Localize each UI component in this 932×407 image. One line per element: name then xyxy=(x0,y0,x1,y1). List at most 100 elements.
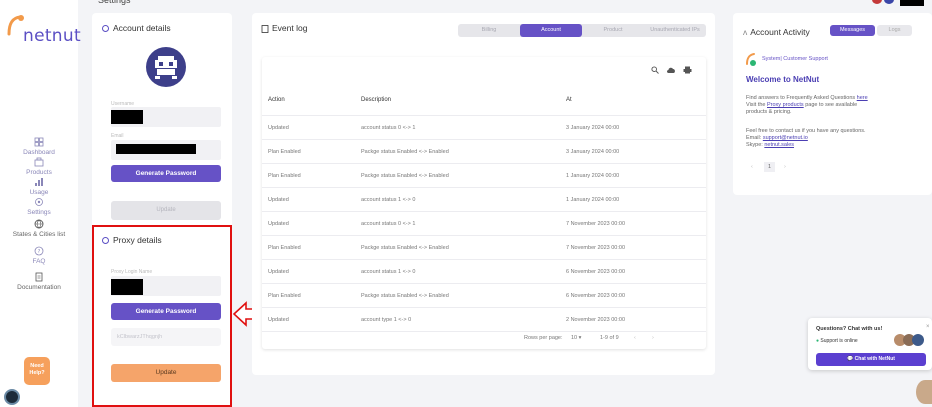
cell-at: 1 January 2024 00:00 xyxy=(566,197,620,203)
dashboard-icon xyxy=(34,137,44,147)
sidebar: netnut Dashboard Products Usage Settings… xyxy=(0,0,81,407)
account-update-button[interactable]: Update xyxy=(111,201,221,220)
support-email-link[interactable]: support@netnut.io xyxy=(763,135,808,141)
sidebar-item-usage[interactable]: Usage xyxy=(0,177,78,196)
email-field[interactable] xyxy=(111,140,221,160)
page-heading-fragment: Settings xyxy=(98,0,131,5)
account-activity-title: ʌ Account Activity xyxy=(743,27,810,37)
username-field[interactable] xyxy=(111,107,221,127)
pagination-range: 1-9 of 9 xyxy=(600,335,619,341)
table-row[interactable]: Updated account type 1 <-> 0 2 November … xyxy=(262,307,706,331)
generate-password-button[interactable]: Generate Password xyxy=(111,165,221,182)
tab-account[interactable]: Account xyxy=(520,24,582,37)
sidebar-item-dashboard[interactable]: Dashboard xyxy=(0,137,78,156)
table-row[interactable]: Plan Enabled Packge status Enabled <-> E… xyxy=(262,283,706,307)
activity-icon: ʌ xyxy=(743,27,748,37)
tab-logs[interactable]: Logs xyxy=(877,25,912,36)
activity-next-icon[interactable]: › xyxy=(784,164,786,171)
need-help-line1: Need xyxy=(30,363,44,369)
activity-prev-icon[interactable]: ‹ xyxy=(751,164,753,171)
faq-link[interactable]: here xyxy=(857,95,868,101)
proxy-products-link[interactable]: Proxy products xyxy=(767,102,804,108)
table-row[interactable]: Plan Enabled Packge status Enabled <-> E… xyxy=(262,139,706,163)
sidebar-item-products[interactable]: Products xyxy=(0,157,78,176)
print-icon[interactable] xyxy=(683,66,692,74)
rows-per-page-label: Rows per page: xyxy=(524,335,563,341)
agent-photo[interactable] xyxy=(916,380,932,404)
close-icon[interactable]: × xyxy=(926,324,930,330)
next-page-icon[interactable]: › xyxy=(652,335,654,341)
cell-action: Plan Enabled xyxy=(268,149,301,155)
chat-question: Questions? Chat with us! xyxy=(816,326,883,332)
tab-messages[interactable]: Messages xyxy=(830,25,875,36)
column-header-action[interactable]: Action xyxy=(268,97,285,103)
sidebar-item-faq[interactable]: ? FAQ xyxy=(0,246,78,265)
sidebar-item-label: Settings xyxy=(27,209,51,216)
brand-name: netnut xyxy=(23,26,81,46)
avatar xyxy=(146,47,186,87)
cell-at: 7 November 2023 00:00 xyxy=(566,221,626,227)
person-icon xyxy=(102,25,109,33)
sidebar-item-label: Usage xyxy=(29,189,49,196)
rows-per-page-select[interactable]: 10 ▾ xyxy=(571,335,581,341)
tab-billing[interactable]: Billing xyxy=(458,24,520,37)
cell-action: Updated xyxy=(268,197,289,203)
cell-action: Updated xyxy=(268,221,289,227)
user-avatar-icon[interactable] xyxy=(884,0,894,4)
activity-page[interactable]: 1 xyxy=(764,162,775,172)
cloud-download-icon[interactable] xyxy=(666,66,676,74)
need-help-line2: Help? xyxy=(29,370,45,376)
chat-status: ● Support is online xyxy=(816,338,858,344)
document-icon xyxy=(261,24,269,33)
welcome-heading: Welcome to NetNut xyxy=(746,75,820,84)
cell-at: 3 January 2024 00:00 xyxy=(566,125,620,131)
cell-description: account status 0 <-> 1 xyxy=(361,221,416,227)
event-log-tabs: Billing Account Product Unauthenticated … xyxy=(458,24,706,37)
tab-unauthenticated-ips[interactable]: Unauthenticated IPs xyxy=(644,24,706,37)
prev-page-icon[interactable]: ‹ xyxy=(634,335,636,341)
globe-icon xyxy=(34,219,44,229)
cell-action: Updated xyxy=(268,125,289,131)
language-flag-icon[interactable] xyxy=(872,0,882,4)
table-row[interactable]: Plan Enabled Packge status Enabled <-> E… xyxy=(262,235,706,259)
cell-description: Packge status Enabled <-> Enabled xyxy=(361,293,449,299)
products-icon xyxy=(34,157,44,167)
column-header-at[interactable]: At xyxy=(566,97,572,103)
cell-action: Updated xyxy=(268,317,289,323)
accessibility-badge-icon[interactable] xyxy=(4,389,20,405)
netnut-logo-icon xyxy=(746,53,756,66)
skype-link[interactable]: netnut.sales xyxy=(764,142,794,148)
table-row[interactable]: Updated account status 1 <-> 0 1 January… xyxy=(262,187,706,211)
table-row[interactable]: Updated account status 1 <-> 0 6 Novembe… xyxy=(262,259,706,283)
redacted-user-name[interactable] xyxy=(900,0,924,6)
cell-at: 6 November 2023 00:00 xyxy=(566,269,626,275)
faq-icon: ? xyxy=(34,246,44,256)
sidebar-item-label: States & Cities list xyxy=(12,231,66,238)
column-header-description[interactable]: Description xyxy=(361,97,391,103)
cell-at: 2 November 2023 00:00 xyxy=(566,317,626,323)
document-icon xyxy=(35,272,43,282)
agent-avatar xyxy=(912,334,924,346)
email-label: Email xyxy=(111,133,124,139)
search-icon[interactable] xyxy=(651,66,659,74)
event-log-title: Event log xyxy=(261,23,307,33)
redacted-username xyxy=(111,110,143,124)
account-details-title: Account details xyxy=(102,23,171,33)
contact-message: Feel free to contact us if you have any … xyxy=(746,128,866,148)
chat-button[interactable]: 💬 Chat with NetNut xyxy=(816,353,926,366)
need-help-button[interactable]: Need Help? xyxy=(24,357,50,385)
table-row[interactable]: Plan Enabled Packge status Enabled <-> E… xyxy=(262,163,706,187)
sidebar-item-states-cities[interactable]: States & Cities list xyxy=(0,219,78,238)
chat-widget[interactable]: Questions? Chat with us! × ● Support is … xyxy=(808,318,932,370)
cell-at: 1 January 2024 00:00 xyxy=(566,173,620,179)
sidebar-item-label: Dashboard xyxy=(23,149,55,156)
sidebar-item-settings[interactable]: Settings xyxy=(0,197,78,216)
svg-text:?: ? xyxy=(38,249,41,255)
sidebar-item-documentation[interactable]: Documentation xyxy=(0,272,78,291)
sidebar-item-label: FAQ xyxy=(32,258,46,265)
table-row[interactable]: Updated account status 0 <-> 1 3 January… xyxy=(262,115,706,139)
table-row[interactable]: Updated account status 0 <-> 1 7 Novembe… xyxy=(262,211,706,235)
netnut-logo[interactable]: netnut xyxy=(4,8,81,46)
tab-product[interactable]: Product xyxy=(582,24,644,37)
settings-icon xyxy=(35,198,43,206)
